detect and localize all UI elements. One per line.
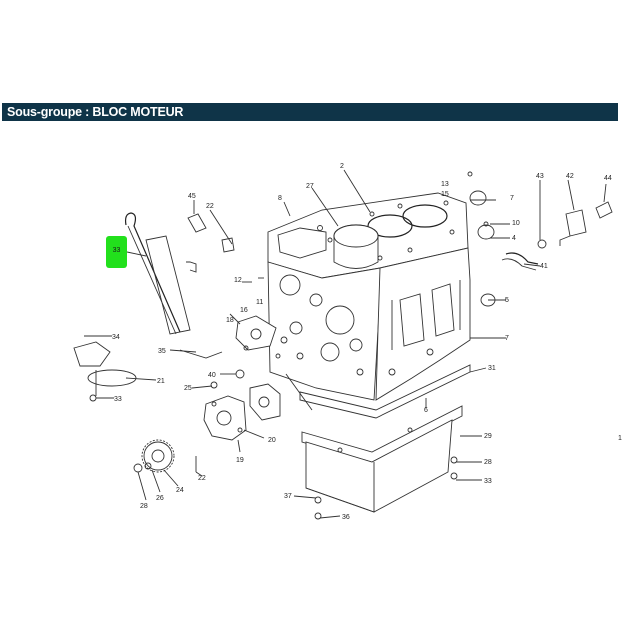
callout-label: 33 xyxy=(114,396,122,403)
callout-label: 5 xyxy=(505,297,509,304)
callout-label: 37 xyxy=(284,493,292,500)
callout-label: 2 xyxy=(340,163,344,170)
callout-label: 34 xyxy=(112,334,120,341)
highlighted-part-label: 33 xyxy=(112,247,121,254)
callout-label: 4 xyxy=(512,235,516,242)
oil-pressure-switch-part[interactable] xyxy=(559,209,587,246)
callout-label: 33 xyxy=(484,478,492,485)
callout-label: 45 xyxy=(188,193,196,200)
callout-label: 35 xyxy=(158,348,166,355)
callout-label: 28 xyxy=(484,459,492,466)
callout-label: 44 xyxy=(604,175,612,182)
callout-label: 20 xyxy=(268,437,276,444)
callout-label: 8 xyxy=(278,195,282,202)
callout-label: 16 xyxy=(240,307,248,314)
callout-label: 41 xyxy=(540,263,548,270)
dipstick-guide-tube-part[interactable] xyxy=(145,235,197,335)
callout-label: 24 xyxy=(176,487,184,494)
engine-block-part[interactable] xyxy=(267,192,471,401)
water-pipe-part[interactable] xyxy=(501,252,539,271)
callout-label: 31 xyxy=(488,365,496,372)
callout-label: 40 xyxy=(208,372,216,379)
callout-label: 25 xyxy=(184,385,192,392)
drive-gear-part[interactable] xyxy=(141,439,175,473)
engine-block-exploded-diagram: 2 27 8 22 45 13 15 7 10 4 5 7 31 6 29 31… xyxy=(73,163,622,521)
callout-label: 36 xyxy=(342,514,350,521)
oil-pan-part[interactable] xyxy=(301,405,463,513)
oil-strainer-part[interactable] xyxy=(73,341,137,396)
callout-label: 7 xyxy=(510,195,514,202)
callout-label: 11 xyxy=(256,299,263,306)
callout-label: 27 xyxy=(306,183,314,190)
callout-label: 6 xyxy=(424,407,428,414)
callout-label: 13 xyxy=(441,181,449,188)
oil-pump-part[interactable] xyxy=(203,395,247,441)
callout-label: 43 xyxy=(536,173,544,180)
oil-pump-gasket-part[interactable] xyxy=(249,383,281,421)
callout-label: 22 xyxy=(198,475,206,482)
callout-label: 10 xyxy=(512,220,520,227)
callout-label: 19 xyxy=(236,457,244,464)
callout-label: 29 xyxy=(484,433,492,440)
callout-label: 22 xyxy=(206,203,214,210)
callout-label: 28 xyxy=(140,503,148,510)
callout-label: 12 xyxy=(234,277,242,284)
core-plugs-part[interactable] xyxy=(469,190,496,307)
drain-plug-part[interactable] xyxy=(537,239,547,249)
callout-label: 42 xyxy=(566,173,574,180)
callout-label: 26 xyxy=(156,495,164,502)
callout-label: 7 xyxy=(505,335,509,342)
callout-label: 1 xyxy=(618,435,622,442)
callout-label: 21 xyxy=(157,378,165,385)
temp-sender-part[interactable] xyxy=(595,201,613,219)
callout-label: 18 xyxy=(226,317,234,324)
callout-label: 15 xyxy=(441,191,449,198)
dipstick-part[interactable] xyxy=(124,212,181,335)
